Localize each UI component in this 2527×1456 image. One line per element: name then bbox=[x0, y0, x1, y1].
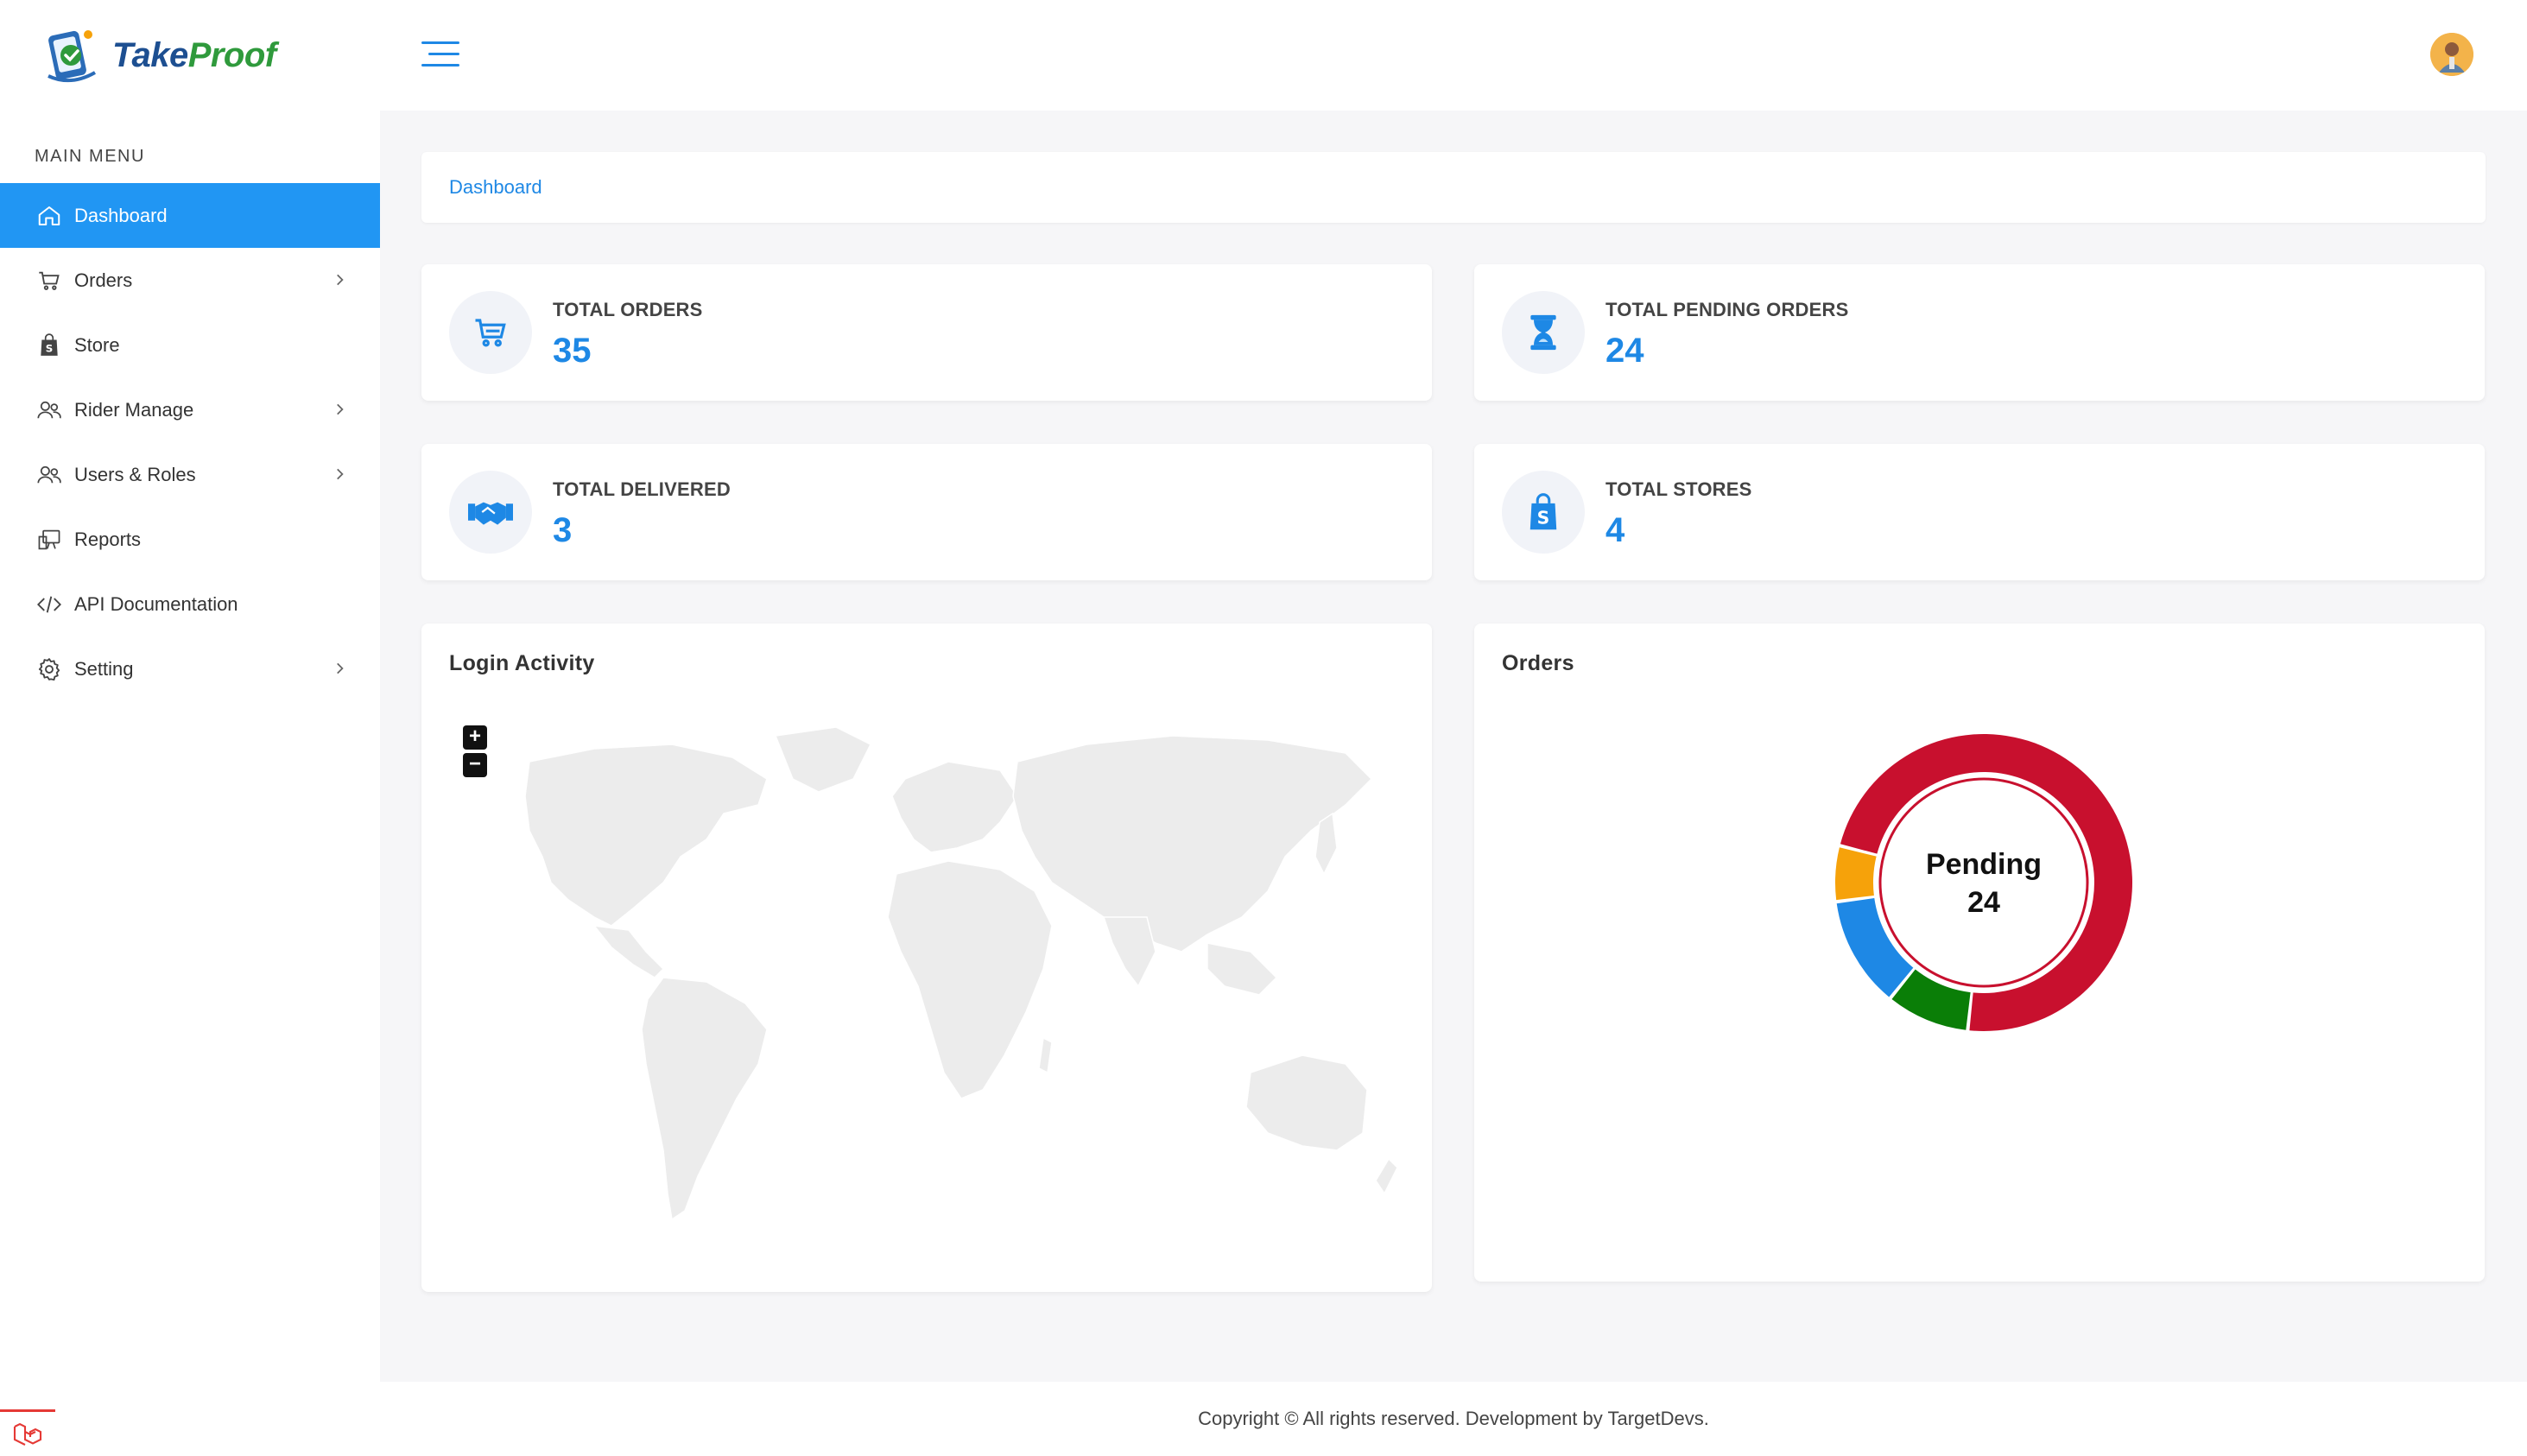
chevron-right-icon bbox=[337, 403, 344, 415]
stat-icon-circle bbox=[449, 471, 532, 554]
donut-center-value: 24 bbox=[1967, 886, 2000, 919]
sidebar-item-reports[interactable]: Reports bbox=[0, 507, 380, 572]
brand-name: TakeProof bbox=[112, 35, 276, 74]
stat-icon-circle bbox=[1502, 291, 1585, 374]
sidebar-item-setting[interactable]: Setting bbox=[0, 636, 380, 701]
users-icon bbox=[36, 397, 62, 423]
login-activity-panel: Login Activity + − bbox=[421, 624, 1432, 1292]
sidebar-item-api-documentation[interactable]: API Documentation bbox=[0, 572, 380, 636]
sidebar-item-label: Reports bbox=[74, 528, 142, 550]
chevron-right-icon bbox=[337, 468, 344, 480]
stat-label: TOTAL ORDERS bbox=[553, 299, 703, 320]
map-region-southeast-asia bbox=[1206, 942, 1278, 996]
sidebar-toggle-button[interactable] bbox=[421, 41, 459, 71]
chevron-right-icon bbox=[337, 274, 344, 286]
sidebar-item-label: Rider Manage bbox=[74, 398, 194, 421]
stat-value: 35 bbox=[553, 332, 592, 370]
stat-value: 4 bbox=[1606, 511, 1625, 549]
stat-label: TOTAL STORES bbox=[1606, 478, 1752, 500]
breadcrumb-link-dashboard[interactable]: Dashboard bbox=[449, 176, 542, 199]
stat-icon-circle bbox=[449, 291, 532, 374]
login-activity-title: Login Activity bbox=[449, 651, 595, 675]
code-icon bbox=[36, 592, 62, 617]
sidebar-item-label: Dashboard bbox=[74, 204, 168, 226]
handshake-icon bbox=[468, 502, 513, 525]
hamburger-line bbox=[428, 53, 459, 55]
sidebar-item-dashboard[interactable]: Dashboard bbox=[0, 183, 380, 248]
stat-label: TOTAL PENDING ORDERS bbox=[1606, 299, 1849, 320]
hamburger-line bbox=[421, 41, 459, 44]
sidebar-item-label: Store bbox=[74, 333, 120, 356]
map-region-australia bbox=[1245, 1054, 1368, 1151]
cart-icon bbox=[36, 268, 62, 294]
donut-center-label: Pending bbox=[1926, 848, 2042, 881]
donut-slice[interactable] bbox=[1835, 847, 1877, 901]
sidebar-item-label: Setting bbox=[74, 657, 134, 680]
home-icon bbox=[36, 203, 62, 229]
stat-card-total-orders: TOTAL ORDERS 35 bbox=[421, 264, 1432, 401]
donut-inner-ring bbox=[1878, 777, 2089, 988]
footer-copyright: Copyright © All rights reserved. Develop… bbox=[1198, 1408, 1709, 1429]
sidebar-item-orders[interactable]: Orders bbox=[0, 248, 380, 313]
laravel-debug-badge[interactable] bbox=[0, 1409, 55, 1456]
orders-chart-title: Orders bbox=[1502, 651, 1574, 675]
map-region-india bbox=[1102, 916, 1156, 988]
map-region-new-zealand bbox=[1375, 1157, 1398, 1195]
map-region-europe bbox=[891, 761, 1018, 853]
main-content: Dashboard TOTAL ORDERS 35 TOTAL PENDING … bbox=[380, 111, 2527, 1382]
main-menu-title: MAIN MENU bbox=[35, 147, 145, 166]
reports-icon bbox=[36, 527, 62, 553]
sidebar-item-label: API Documentation bbox=[74, 592, 238, 615]
map-region-africa bbox=[887, 860, 1053, 1099]
laravel-icon bbox=[13, 1422, 42, 1446]
map-region-central-america bbox=[592, 925, 665, 978]
orders-donut-chart[interactable]: Pending 24 bbox=[1820, 719, 2148, 1047]
footer: Copyright © All rights reserved. Develop… bbox=[380, 1382, 2527, 1456]
orders-chart-panel: Orders Pending 24 bbox=[1474, 624, 2485, 1282]
hamburger-line bbox=[421, 64, 459, 66]
stat-label: TOTAL DELIVERED bbox=[553, 478, 731, 500]
map-region-south-america bbox=[641, 977, 768, 1221]
shopify-bag-icon: S bbox=[1530, 493, 1557, 530]
sidebar-menu: Dashboard Orders S Store Rider Manage Us… bbox=[0, 183, 380, 701]
stat-card-total-stores: S TOTAL STORES 4 bbox=[1474, 444, 2485, 580]
sidebar-item-label: Orders bbox=[74, 269, 133, 291]
stat-icon-circle: S bbox=[1502, 471, 1585, 554]
stat-value: 24 bbox=[1606, 332, 1644, 370]
map-region-greenland bbox=[774, 726, 872, 793]
stat-card-total-delivered: TOTAL DELIVERED 3 bbox=[421, 444, 1432, 580]
sidebar: MAIN MENU Dashboard Orders S Store Rider… bbox=[0, 111, 380, 1456]
shopping-bag-icon: S bbox=[36, 332, 62, 358]
cart-icon bbox=[475, 319, 506, 347]
sidebar-item-store[interactable]: S Store bbox=[0, 313, 380, 377]
hourglass-icon bbox=[1530, 314, 1556, 351]
world-map[interactable] bbox=[447, 710, 1406, 1271]
avatar-icon bbox=[2430, 33, 2473, 76]
gear-icon bbox=[36, 656, 62, 682]
user-avatar[interactable] bbox=[2430, 33, 2473, 76]
users-icon bbox=[36, 462, 62, 488]
sidebar-item-users-roles[interactable]: Users & Roles bbox=[0, 442, 380, 507]
breadcrumb: Dashboard bbox=[421, 152, 2486, 223]
logo-icon bbox=[48, 30, 96, 83]
sidebar-item-rider-manage[interactable]: Rider Manage bbox=[0, 377, 380, 442]
svg-text:S: S bbox=[1537, 508, 1550, 529]
sidebar-item-label: Users & Roles bbox=[74, 463, 196, 485]
top-navbar: TakeProof bbox=[0, 0, 2527, 111]
map-region-north-america bbox=[524, 744, 768, 927]
svg-text:S: S bbox=[46, 342, 54, 354]
brand-logo[interactable]: TakeProof bbox=[45, 24, 276, 86]
map-region-madagascar bbox=[1038, 1036, 1053, 1074]
chevron-right-icon bbox=[337, 662, 344, 674]
stat-card-total-pending-orders: TOTAL PENDING ORDERS 24 bbox=[1474, 264, 2485, 401]
stat-value: 3 bbox=[553, 511, 573, 549]
